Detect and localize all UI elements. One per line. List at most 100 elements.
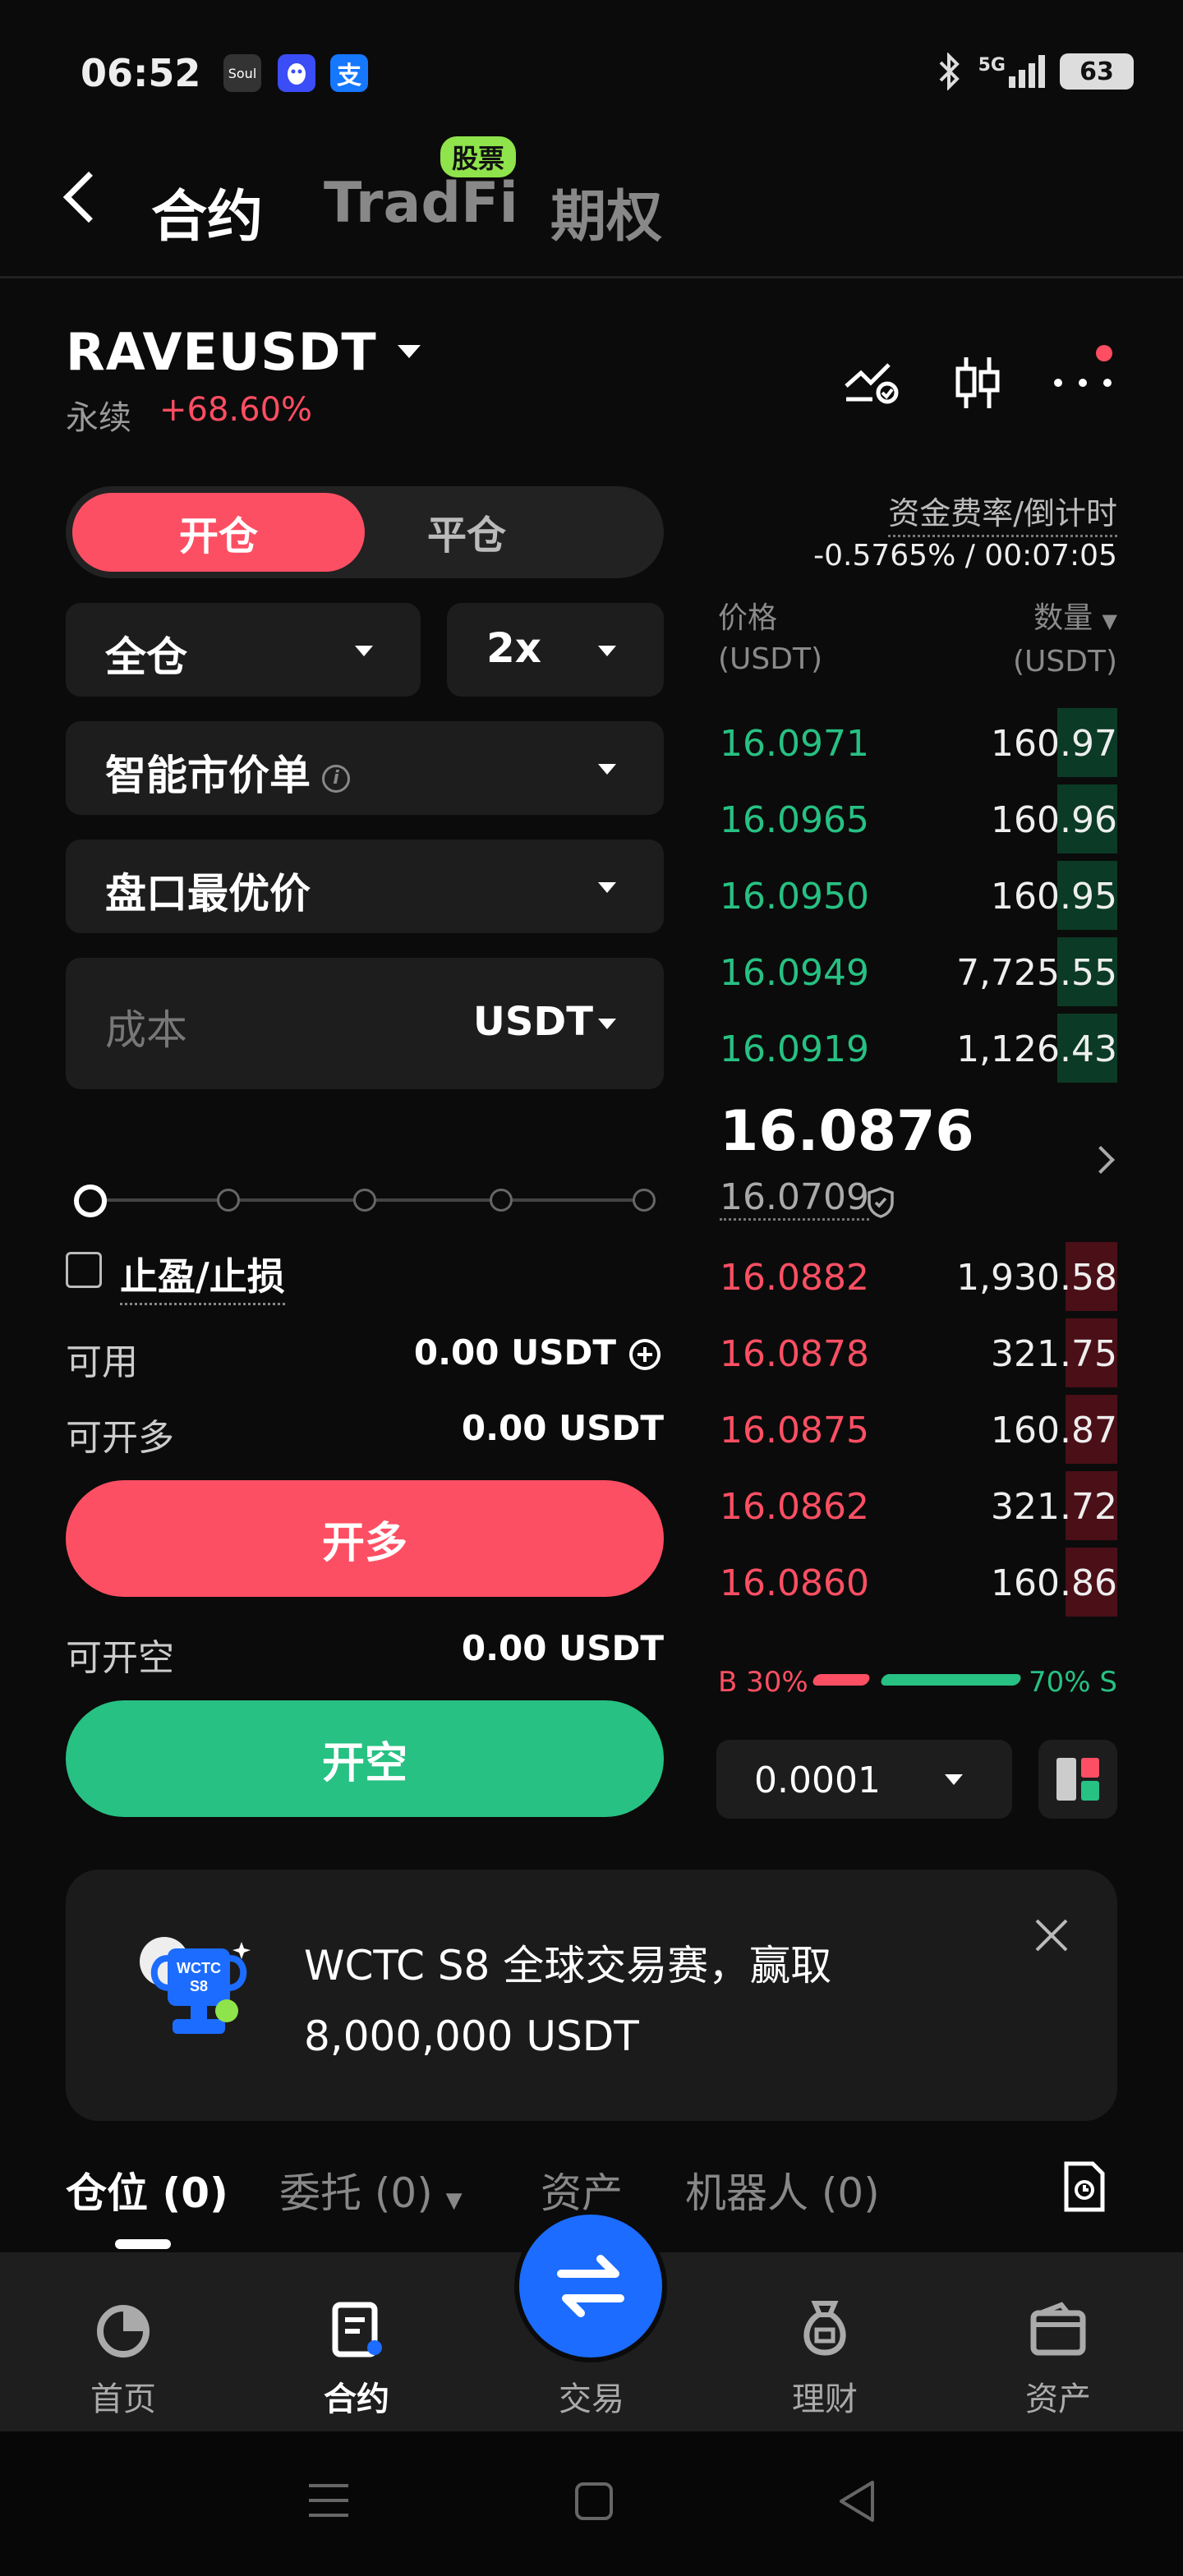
funding-rate-label[interactable]: 资金费率/倒计时 [888,488,1117,537]
shield-icon [866,1186,895,1222]
bid-row[interactable]: 16.0949 7,725.55 [716,934,1117,1010]
tab-contract[interactable]: 合约 [151,171,263,252]
history-doc-icon[interactable] [1060,2160,1109,2216]
tick-size-select[interactable]: 0.0001 [716,1740,1012,1819]
symbol-dropdown-icon[interactable] [398,345,421,358]
price-mode-select[interactable]: 盘口最优价 [66,840,664,933]
chevron-down-icon [598,882,616,893]
cost-placeholder: 成本 [105,1006,187,1054]
bid-price: 16.0949 [720,952,869,994]
mark-price[interactable]: 16.0709 [720,1176,869,1221]
sell-ratio: 70% S [1029,1666,1117,1699]
close-icon[interactable] [1032,1916,1071,1955]
ask-row[interactable]: 16.0878 321.75 [716,1315,1117,1391]
active-tab-indicator [115,2239,171,2249]
nav-assets[interactable]: 资产 [984,2252,1132,2431]
svg-text:S8: S8 [190,1978,208,1994]
cost-input[interactable]: 成本 USDT [66,958,664,1089]
chevron-down-icon [598,1019,616,1029]
last-price: 16.0876 [720,1099,974,1164]
symbol-name[interactable]: RAVEUSDT [66,322,377,382]
ask-row[interactable]: 16.0860 160.86 [716,1544,1117,1620]
max-short-value: 0.00 USDT [461,1628,664,1668]
nav-home[interactable]: 首页 [49,2252,197,2431]
qty-column-header[interactable]: 数量 ▼ (USDT) [1013,598,1117,683]
tab-orders[interactable]: 委托 (0) ▼ [279,2160,463,2220]
bid-qty: 160.97 [991,723,1117,765]
tab-tradfi[interactable]: TradFi [324,171,518,236]
candlestick-chart-icon[interactable] [946,352,1009,414]
banner-text: WCTC S8 全球交易赛，赢取 8,000,000 USDT [304,1942,832,2060]
price-change: +68.60% [159,391,313,429]
tab-options[interactable]: 期权 [550,171,662,252]
signal-icon: 5G [978,55,1045,88]
promo-banner[interactable]: WCTC S8 WCTC S8 全球交易赛，赢取 8,000,000 USDT [66,1870,1117,2121]
top-nav: 合约 TradFi 股票 期权 [0,136,1183,279]
trophy-icon: WCTC S8 [131,1919,263,2070]
tpsl-label[interactable]: 止盈/止损 [120,1247,285,1305]
swap-arrows-icon [557,2255,624,2317]
open-long-button[interactable]: 开多 [66,1480,664,1597]
stock-badge: 股票 [440,136,517,177]
ask-row[interactable]: 16.0882 1,930.58 [716,1239,1117,1314]
ask-row[interactable]: 16.0875 160.87 [716,1392,1117,1467]
price-column-header: 价格 (USDT) [718,601,823,676]
home-square-icon[interactable] [573,2481,615,2522]
wallet-icon [1030,2302,1086,2356]
ask-price: 16.0882 [720,1257,869,1299]
slider-step-75[interactable] [490,1189,513,1212]
trade-button[interactable] [514,2210,667,2362]
book-layout-button[interactable] [1038,1740,1117,1819]
bid-row[interactable]: 16.0965 160.96 [716,781,1117,857]
close-position-tab[interactable]: 平仓 [427,503,506,560]
battery-indicator: 63 [1060,53,1134,90]
chevron-down-icon [355,646,373,656]
nav-finance[interactable]: 理财 [751,2252,899,2431]
menu-icon[interactable] [307,2481,350,2520]
leverage-select[interactable]: 2x [447,603,664,697]
available-label: 可用 [66,1341,138,1383]
add-funds-icon[interactable] [628,1337,662,1375]
available-value: 0.00 USDT [413,1332,616,1373]
cost-unit-select[interactable]: USDT [473,999,593,1045]
slider-step-100[interactable] [633,1189,656,1212]
tab-bots[interactable]: 机器人 (0) [685,2160,880,2220]
bid-qty: 160.95 [991,876,1117,918]
chevron-down-icon [598,764,616,775]
info-icon[interactable]: i [322,764,350,793]
book-layout-icon [1056,1758,1099,1801]
price-alert-icon[interactable] [841,352,904,414]
leverage-value: 2x [486,624,542,672]
bid-price: 16.0965 [720,799,869,841]
max-long-value: 0.00 USDT [461,1408,664,1448]
open-position-tab[interactable]: 开仓 [72,493,365,572]
amount-slider-handle[interactable] [74,1184,107,1217]
sort-caret-icon: ▼ [1102,610,1117,632]
tab-positions[interactable]: 仓位 (0) [66,2160,228,2220]
chevron-right-icon[interactable] [1087,1146,1115,1174]
nav-contract[interactable]: 合约 [283,2252,430,2431]
order-type-select[interactable]: 智能市价单 i [66,721,664,815]
tpsl-checkbox[interactable] [66,1252,102,1288]
order-type-value: 智能市价单 i [105,743,350,802]
back-icon[interactable] [62,171,115,223]
bid-price: 16.0919 [720,1028,869,1070]
slider-step-25[interactable] [217,1189,240,1212]
bid-qty: 160.96 [991,799,1117,841]
bid-row[interactable]: 16.0950 160.95 [716,858,1117,933]
ask-row[interactable]: 16.0862 321.72 [716,1468,1117,1543]
bid-row[interactable]: 16.0971 160.97 [716,705,1117,780]
ask-qty: 321.72 [991,1486,1117,1528]
svg-text:WCTC: WCTC [177,1960,221,1976]
bid-row[interactable]: 16.0919 1,126.43 [716,1010,1117,1086]
chevron-down-icon [945,1774,963,1785]
slider-step-50[interactable] [353,1189,376,1212]
open-short-button[interactable]: 开空 [66,1700,664,1817]
back-triangle-icon[interactable] [836,2479,877,2523]
bid-qty: 1,126.43 [956,1028,1117,1070]
ask-qty: 1,930.58 [956,1257,1117,1299]
contract-type: 永续 [66,399,131,437]
bid-qty: 7,725.55 [956,952,1117,994]
margin-mode-select[interactable]: 全仓 [66,603,421,697]
header-divider [0,276,1183,278]
